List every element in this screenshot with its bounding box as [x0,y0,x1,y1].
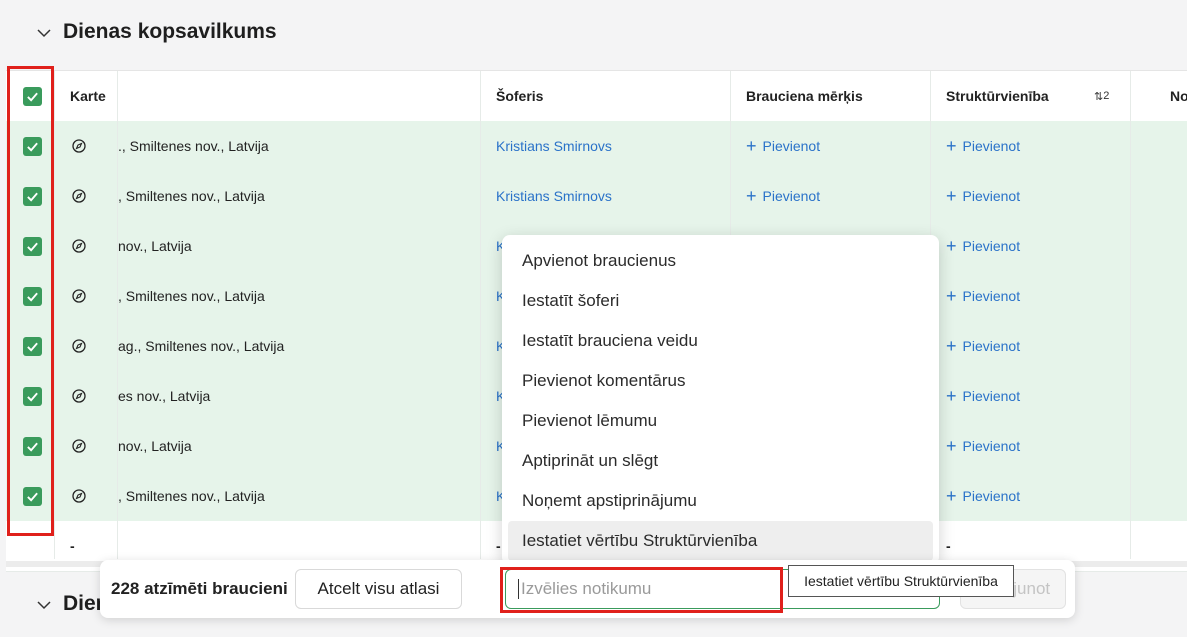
table-header-row: Karte Šoferis Brauciena mērķis Struktūrv… [6,71,1187,122]
menu-item[interactable]: Iestatīt šoferi [508,281,933,321]
compass-icon[interactable] [72,371,86,421]
plus-icon: + [746,136,757,156]
menu-item[interactable]: Apvienot braucienus [508,241,933,281]
column-divider [117,71,118,559]
table-row[interactable]: ., Smiltenes nov., Latvija Kristians Smi… [6,121,1187,172]
add-unit-label: Pievienot [962,188,1021,204]
plus-icon: + [746,186,757,206]
select-input-highlight [500,567,783,613]
add-unit-label: Pievienot [962,238,1021,254]
menu-item[interactable]: Iestatīt brauciena veidu [508,321,933,361]
checkbox-column-highlight [7,66,54,536]
add-unit-button[interactable]: + Pievienot [946,221,1020,271]
add-unit-button[interactable]: + Pievienot [946,271,1020,321]
sort-icon[interactable]: ⇅ 2 [1094,71,1109,121]
address-cell: , Smiltenes nov., Latvija [118,488,265,504]
address-cell: , Smiltenes nov., Latvija [118,288,265,304]
action-menu: Apvienot braucienus Iestatīt šoferi Iestat… [502,235,939,565]
column-header-map[interactable]: Karte [70,71,106,121]
address-cell: ag., Smiltenes nov., Latvija [118,338,285,354]
add-unit-button[interactable]: + Pievienot [946,371,1020,421]
add-purpose-button[interactable]: + Pievienot [746,121,820,171]
section-header-collapsed[interactable]: Dien [35,592,109,616]
add-unit-button[interactable]: + Pievienot [946,121,1020,171]
menu-item[interactable]: Noņemt apstiprinājumu [508,481,933,521]
column-divider [480,71,481,559]
chevron-down-icon[interactable] [35,594,53,615]
column-header-unit[interactable]: Struktūrvienība [946,71,1049,121]
column-divider [1130,71,1131,559]
compass-icon[interactable] [72,121,86,171]
menu-item[interactable]: Aptiprināt un slēgt [508,441,933,481]
plus-icon: + [946,136,957,156]
add-unit-button[interactable]: + Pievienot [946,421,1020,471]
add-unit-label: Pievienot [962,488,1021,504]
menu-item[interactable]: Pievienot lēmumu [508,401,933,441]
menu-item[interactable]: Pievienot komentārus [508,361,933,401]
sort-order-hint: 2 [1103,90,1110,102]
cancel-selection-button[interactable]: Atcelt visu atlasi [295,569,462,609]
selected-count: 228 atzīmēti braucieni [111,579,288,598]
plus-icon: + [946,236,957,256]
plus-icon: + [946,436,957,456]
add-unit-button[interactable]: + Pievienot [946,321,1020,371]
compass-icon[interactable] [72,221,86,271]
sort-arrows-icon: ⇅ [1094,90,1104,103]
plus-icon: + [946,186,957,206]
compass-icon[interactable] [72,471,86,521]
menu-item-tooltip: Iestatiet vērtību Struktūrvienība [788,565,1014,597]
menu-item[interactable]: Iestatiet vērtību Struktūrvienība [508,521,933,561]
address-cell: nov., Latvija [118,438,192,454]
add-purpose-label: Pievienot [762,188,821,204]
add-unit-label: Pievienot [962,138,1021,154]
section-title: Dienas kopsavilkums [63,20,277,43]
address-cell: ., Smiltenes nov., Latvija [118,138,269,154]
column-header-driver[interactable]: Šoferis [496,71,543,121]
add-unit-label: Pievienot [962,338,1021,354]
column-header-purpose[interactable]: Brauciena mērķis [746,71,863,121]
address-cell: es nov., Latvija [118,388,211,404]
add-unit-label: Pievienot [962,438,1021,454]
driver-link[interactable]: Kristians Smirnovs [496,171,612,221]
add-purpose-label: Pievienot [762,138,821,154]
plus-icon: + [946,386,957,406]
add-unit-button[interactable]: + Pievienot [946,171,1020,221]
driver-link[interactable]: Kristians Smirnovs [496,121,612,171]
address-cell: nov., Latvija [118,238,192,254]
compass-icon[interactable] [72,271,86,321]
plus-icon: + [946,286,957,306]
compass-icon[interactable] [72,321,86,371]
section-header[interactable]: Dienas kopsavilkums [35,20,277,44]
add-unit-button[interactable]: + Pievienot [946,471,1020,521]
add-unit-label: Pievienot [962,388,1021,404]
chevron-down-icon[interactable] [35,22,53,43]
compass-icon[interactable] [72,421,86,471]
add-unit-label: Pievienot [962,288,1021,304]
table-row[interactable]: , Smiltenes nov., Latvija Kristians Smir… [6,171,1187,222]
column-header-next[interactable]: No [1170,71,1187,121]
address-cell: , Smiltenes nov., Latvija [118,188,265,204]
column-divider [54,71,55,559]
plus-icon: + [946,486,957,506]
plus-icon: + [946,336,957,356]
compass-icon[interactable] [72,171,86,221]
add-purpose-button[interactable]: + Pievienot [746,171,820,221]
